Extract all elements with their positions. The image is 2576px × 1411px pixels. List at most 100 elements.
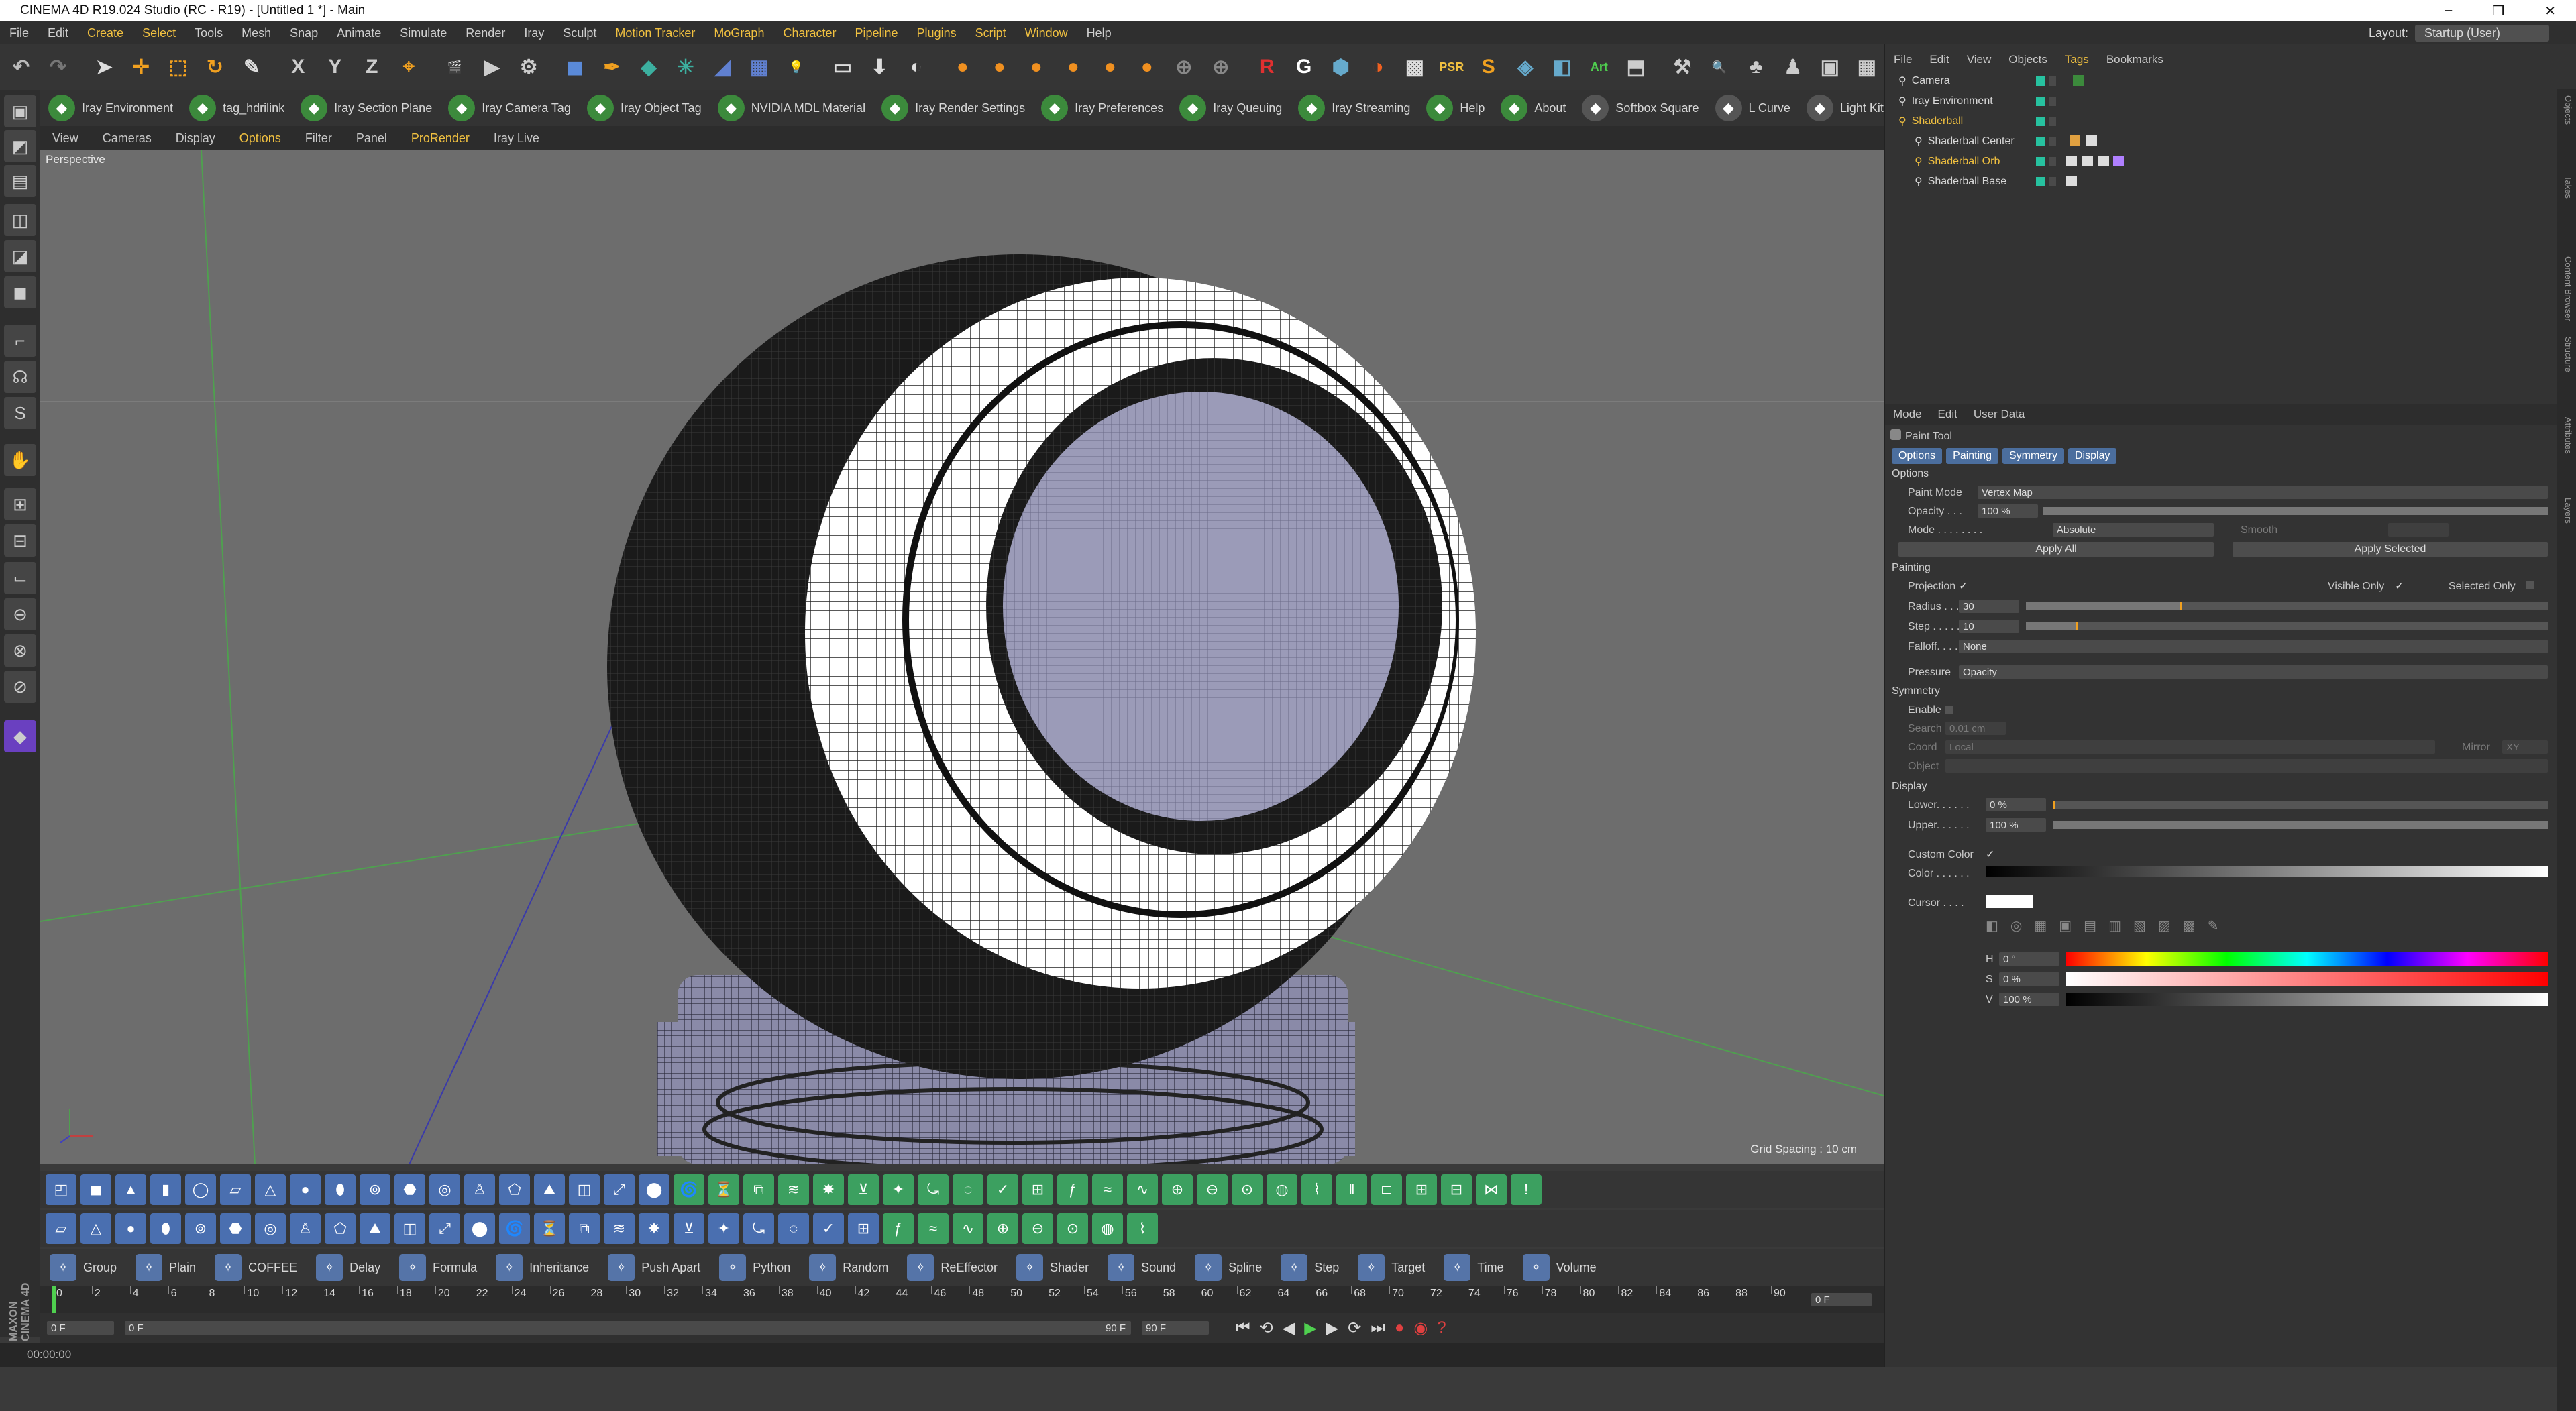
figure-icon[interactable]: ♙ [464, 1174, 495, 1205]
rotate-icon[interactable]: ↻ [198, 50, 232, 84]
effector-target[interactable]: ✧ Target [1348, 1254, 1434, 1281]
snap-grid-icon[interactable]: ⊟ [4, 524, 36, 557]
orange-1-icon[interactable]: ● [945, 50, 979, 84]
menu-snap[interactable]: Snap [280, 26, 327, 40]
opacity-slider[interactable] [2043, 507, 2548, 515]
render-picture-icon[interactable]: ▶ [475, 50, 509, 84]
side-tab-layers[interactable]: Layers [2563, 498, 2573, 524]
effector-formula[interactable]: ✧ Formula [390, 1254, 486, 1281]
attribute-menu-mode[interactable]: Mode [1885, 408, 1930, 421]
modeling-tool-25-icon[interactable]: ƒ [883, 1213, 914, 1244]
s-field[interactable]: 0 % [1999, 972, 2059, 986]
layer-dot[interactable] [2049, 76, 2056, 86]
z-axis-icon[interactable]: Z [355, 50, 389, 84]
firefox-icon[interactable]: ◑ [1360, 50, 1395, 84]
model-mode-icon[interactable]: ▣ [4, 95, 36, 127]
jiggle-icon[interactable]: ≈ [1092, 1174, 1123, 1205]
snap-icon[interactable]: ◐ [899, 50, 933, 84]
viewport-menu-cameras[interactable]: Cameras [91, 131, 164, 146]
modeling-tool-3-icon[interactable]: ● [115, 1213, 146, 1244]
upper-field[interactable]: 100 % [1986, 818, 2046, 832]
falloff-dropdown[interactable]: None [1959, 640, 2548, 653]
cone-icon[interactable]: ▲ [115, 1174, 146, 1205]
apply-selected-button[interactable]: Apply Selected [2233, 542, 2548, 557]
material-tag-icon[interactable] [2086, 135, 2097, 146]
smooth-field[interactable] [2388, 523, 2449, 537]
collision-icon[interactable]: ⊕ [1162, 1174, 1193, 1205]
menu-character[interactable]: Character [773, 26, 845, 40]
modeling-tool-17-icon[interactable]: ≋ [604, 1213, 635, 1244]
solo-icon[interactable]: S [4, 397, 36, 429]
workplane-lock-icon[interactable]: ⊘ [4, 671, 36, 703]
modeling-tool-21-icon[interactable]: ⤿ [743, 1213, 774, 1244]
side-tab-objects[interactable]: Objects [2563, 95, 2573, 125]
viewport[interactable]: Perspective Grid Spacing : 10 cm [40, 150, 1884, 1164]
surface-icon[interactable]: ◍ [1267, 1174, 1297, 1205]
modeling-tool-31-icon[interactable]: ◍ [1092, 1213, 1123, 1244]
plugin-iray-queuing[interactable]: ◆ Iray Queuing [1171, 95, 1290, 121]
modeling-tool-2-icon[interactable]: △ [80, 1213, 111, 1244]
layer-dot[interactable] [2049, 137, 2056, 146]
opacity-field[interactable]: 100 % [1978, 504, 2038, 518]
modeling-tool-5-icon[interactable]: ⊚ [185, 1213, 216, 1244]
disc-icon[interactable]: ◯ [185, 1174, 216, 1205]
timeline-ruler[interactable]: 0 2 4 6 8 10 12 14 16 18 20 22 24 26 28 30 32 34 36 38 40 42 4… [40, 1286, 1884, 1313]
side-tab-content-browser[interactable]: Content Browser [2563, 256, 2573, 321]
tab-painting[interactable]: Painting [1946, 448, 1998, 464]
pressure-dropdown[interactable]: Opacity [1959, 665, 2548, 679]
object-link-field[interactable] [1945, 759, 2548, 773]
modeling-tool-1-icon[interactable]: ▱ [46, 1213, 76, 1244]
autokey-icon[interactable]: ◉ [1413, 1318, 1428, 1338]
explosion-icon[interactable]: ✸ [813, 1174, 844, 1205]
orange-4-icon[interactable]: ● [1056, 50, 1090, 84]
menu-mograph[interactable]: MoGraph [704, 26, 773, 40]
brush-icon[interactable]: ✋ [4, 444, 36, 476]
lower-field[interactable]: 0 % [1986, 798, 2046, 811]
plugin-about[interactable]: ◆ About [1493, 95, 1574, 121]
layer-dot[interactable] [2049, 177, 2056, 186]
lower-slider[interactable] [2053, 801, 2548, 809]
menu-tools[interactable]: Tools [185, 26, 232, 40]
value-slider[interactable] [2066, 993, 2548, 1006]
wrap-icon[interactable]: ⤿ [918, 1174, 949, 1205]
tab-options[interactable]: Options [1892, 448, 1943, 464]
kelvin-icon[interactable]: ▧ [2133, 917, 2146, 934]
lock-icon[interactable]: ⊞ [4, 488, 36, 520]
projection-checkbox[interactable]: ✓ [1959, 579, 1968, 593]
layer-dot[interactable] [2049, 97, 2056, 106]
radius-field[interactable]: 30 [1959, 600, 2019, 613]
grid-tool-icon[interactable]: ▦ [1849, 50, 1884, 84]
rgb-icon[interactable]: ▤ [2084, 917, 2096, 934]
orange-3-icon[interactable]: ● [1019, 50, 1053, 84]
render-view-icon[interactable]: 🎬 [438, 50, 472, 84]
menu-help[interactable]: Help [1077, 26, 1121, 40]
taper-icon[interactable]: ⏳ [708, 1174, 739, 1205]
apply-all-button[interactable]: Apply All [1898, 542, 2214, 557]
frame-icon[interactable]: ▣ [1813, 50, 1847, 84]
modeling-tool-15-icon[interactable]: ⏳ [534, 1213, 565, 1244]
bulge-icon[interactable]: ⬤ [639, 1174, 669, 1205]
checker-icon[interactable]: ▩ [1397, 50, 1432, 84]
shatter-icon[interactable]: ✦ [883, 1174, 914, 1205]
lod-icon[interactable]: ⬇ [862, 50, 896, 84]
shear-icon[interactable]: ⧉ [743, 1174, 774, 1205]
visible-only-checkbox[interactable]: ✓ [2395, 579, 2404, 593]
layer-dot[interactable] [2049, 117, 2056, 126]
end-frame-field[interactable]: 90 F [1142, 1321, 1209, 1335]
prev-frame-icon[interactable]: ◀ [1283, 1318, 1295, 1338]
modeling-tool-28-icon[interactable]: ⊕ [987, 1213, 1018, 1244]
redshift-icon[interactable]: R [1250, 50, 1284, 84]
redo-icon[interactable]: ↷ [41, 50, 75, 84]
step-slider[interactable] [2026, 622, 2548, 630]
smoothing-icon[interactable]: ∿ [1127, 1174, 1158, 1205]
y-axis-icon[interactable]: Y [318, 50, 352, 84]
ffd-icon[interactable]: ⊞ [1406, 1174, 1437, 1205]
modeling-tool-27-icon[interactable]: ∿ [953, 1213, 983, 1244]
current-frame-field[interactable]: 0 F [1811, 1293, 1872, 1306]
sphere-icon[interactable]: ● [290, 1174, 321, 1205]
v-field[interactable]: 100 % [1999, 993, 2059, 1006]
object-menu-file[interactable]: File [1885, 53, 1921, 66]
modeling-tool-20-icon[interactable]: ✦ [708, 1213, 739, 1244]
effector-volume[interactable]: ✧ Volume [1513, 1254, 1606, 1281]
recent-tools-icon[interactable]: ✎ [235, 50, 269, 84]
